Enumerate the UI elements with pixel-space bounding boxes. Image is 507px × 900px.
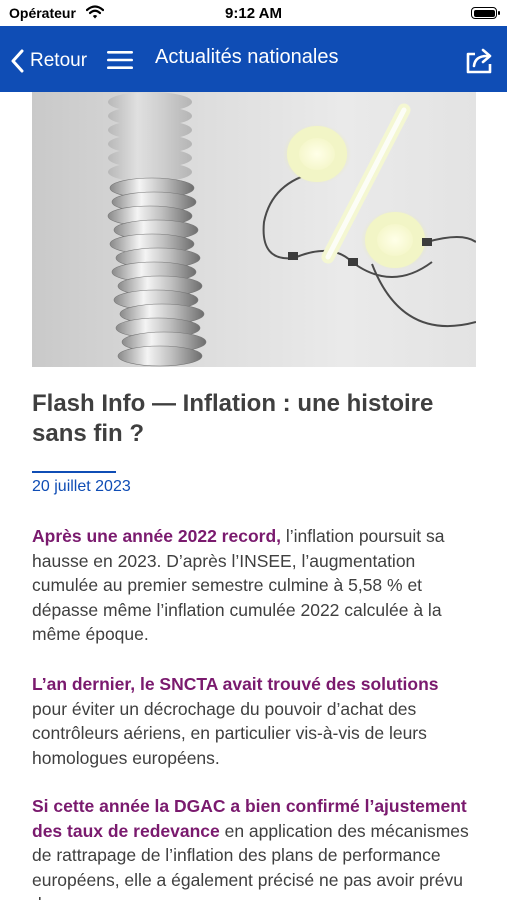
title-divider — [32, 471, 116, 473]
back-button[interactable]: Retour — [10, 46, 87, 76]
paragraph-highlight: Après une année 2022 record, — [32, 526, 281, 546]
article-paragraph: Après une année 2022 record, l’inflation… — [32, 524, 476, 647]
status-bar: Opérateur 9:12 AM — [0, 0, 507, 26]
battery-icon — [471, 7, 500, 19]
article-hero-image — [32, 92, 476, 367]
article-date: 20 juillet 2023 — [32, 478, 131, 495]
page-title: Actualités nationales — [155, 46, 339, 68]
paragraph-highlight: L’an dernier, le SNCTA avait trouvé des … — [32, 674, 439, 694]
share-button[interactable] — [465, 46, 495, 79]
article-paragraph: Si cette année la DGAC a bien confirmé l… — [32, 794, 476, 900]
hamburger-menu-icon — [107, 51, 133, 69]
clock: 9:12 AM — [225, 5, 282, 22]
article-title: Flash Info — Inflation : une histoire sa… — [32, 390, 434, 447]
share-icon — [466, 48, 492, 74]
coins-and-percent-illustration — [107, 92, 476, 367]
article-content[interactable]: Flash Info — Inflation : une histoire sa… — [0, 92, 507, 900]
chevron-left-icon — [11, 49, 24, 73]
nav-bar: Retour Actualités nationales — [0, 26, 507, 92]
article-paragraph: L’an dernier, le SNCTA avait trouvé des … — [32, 672, 476, 770]
back-label: Retour — [30, 50, 88, 71]
paragraph-text: pour éviter un décrochage du pouvoir d’a… — [32, 698, 427, 768]
menu-button[interactable] — [107, 50, 133, 75]
